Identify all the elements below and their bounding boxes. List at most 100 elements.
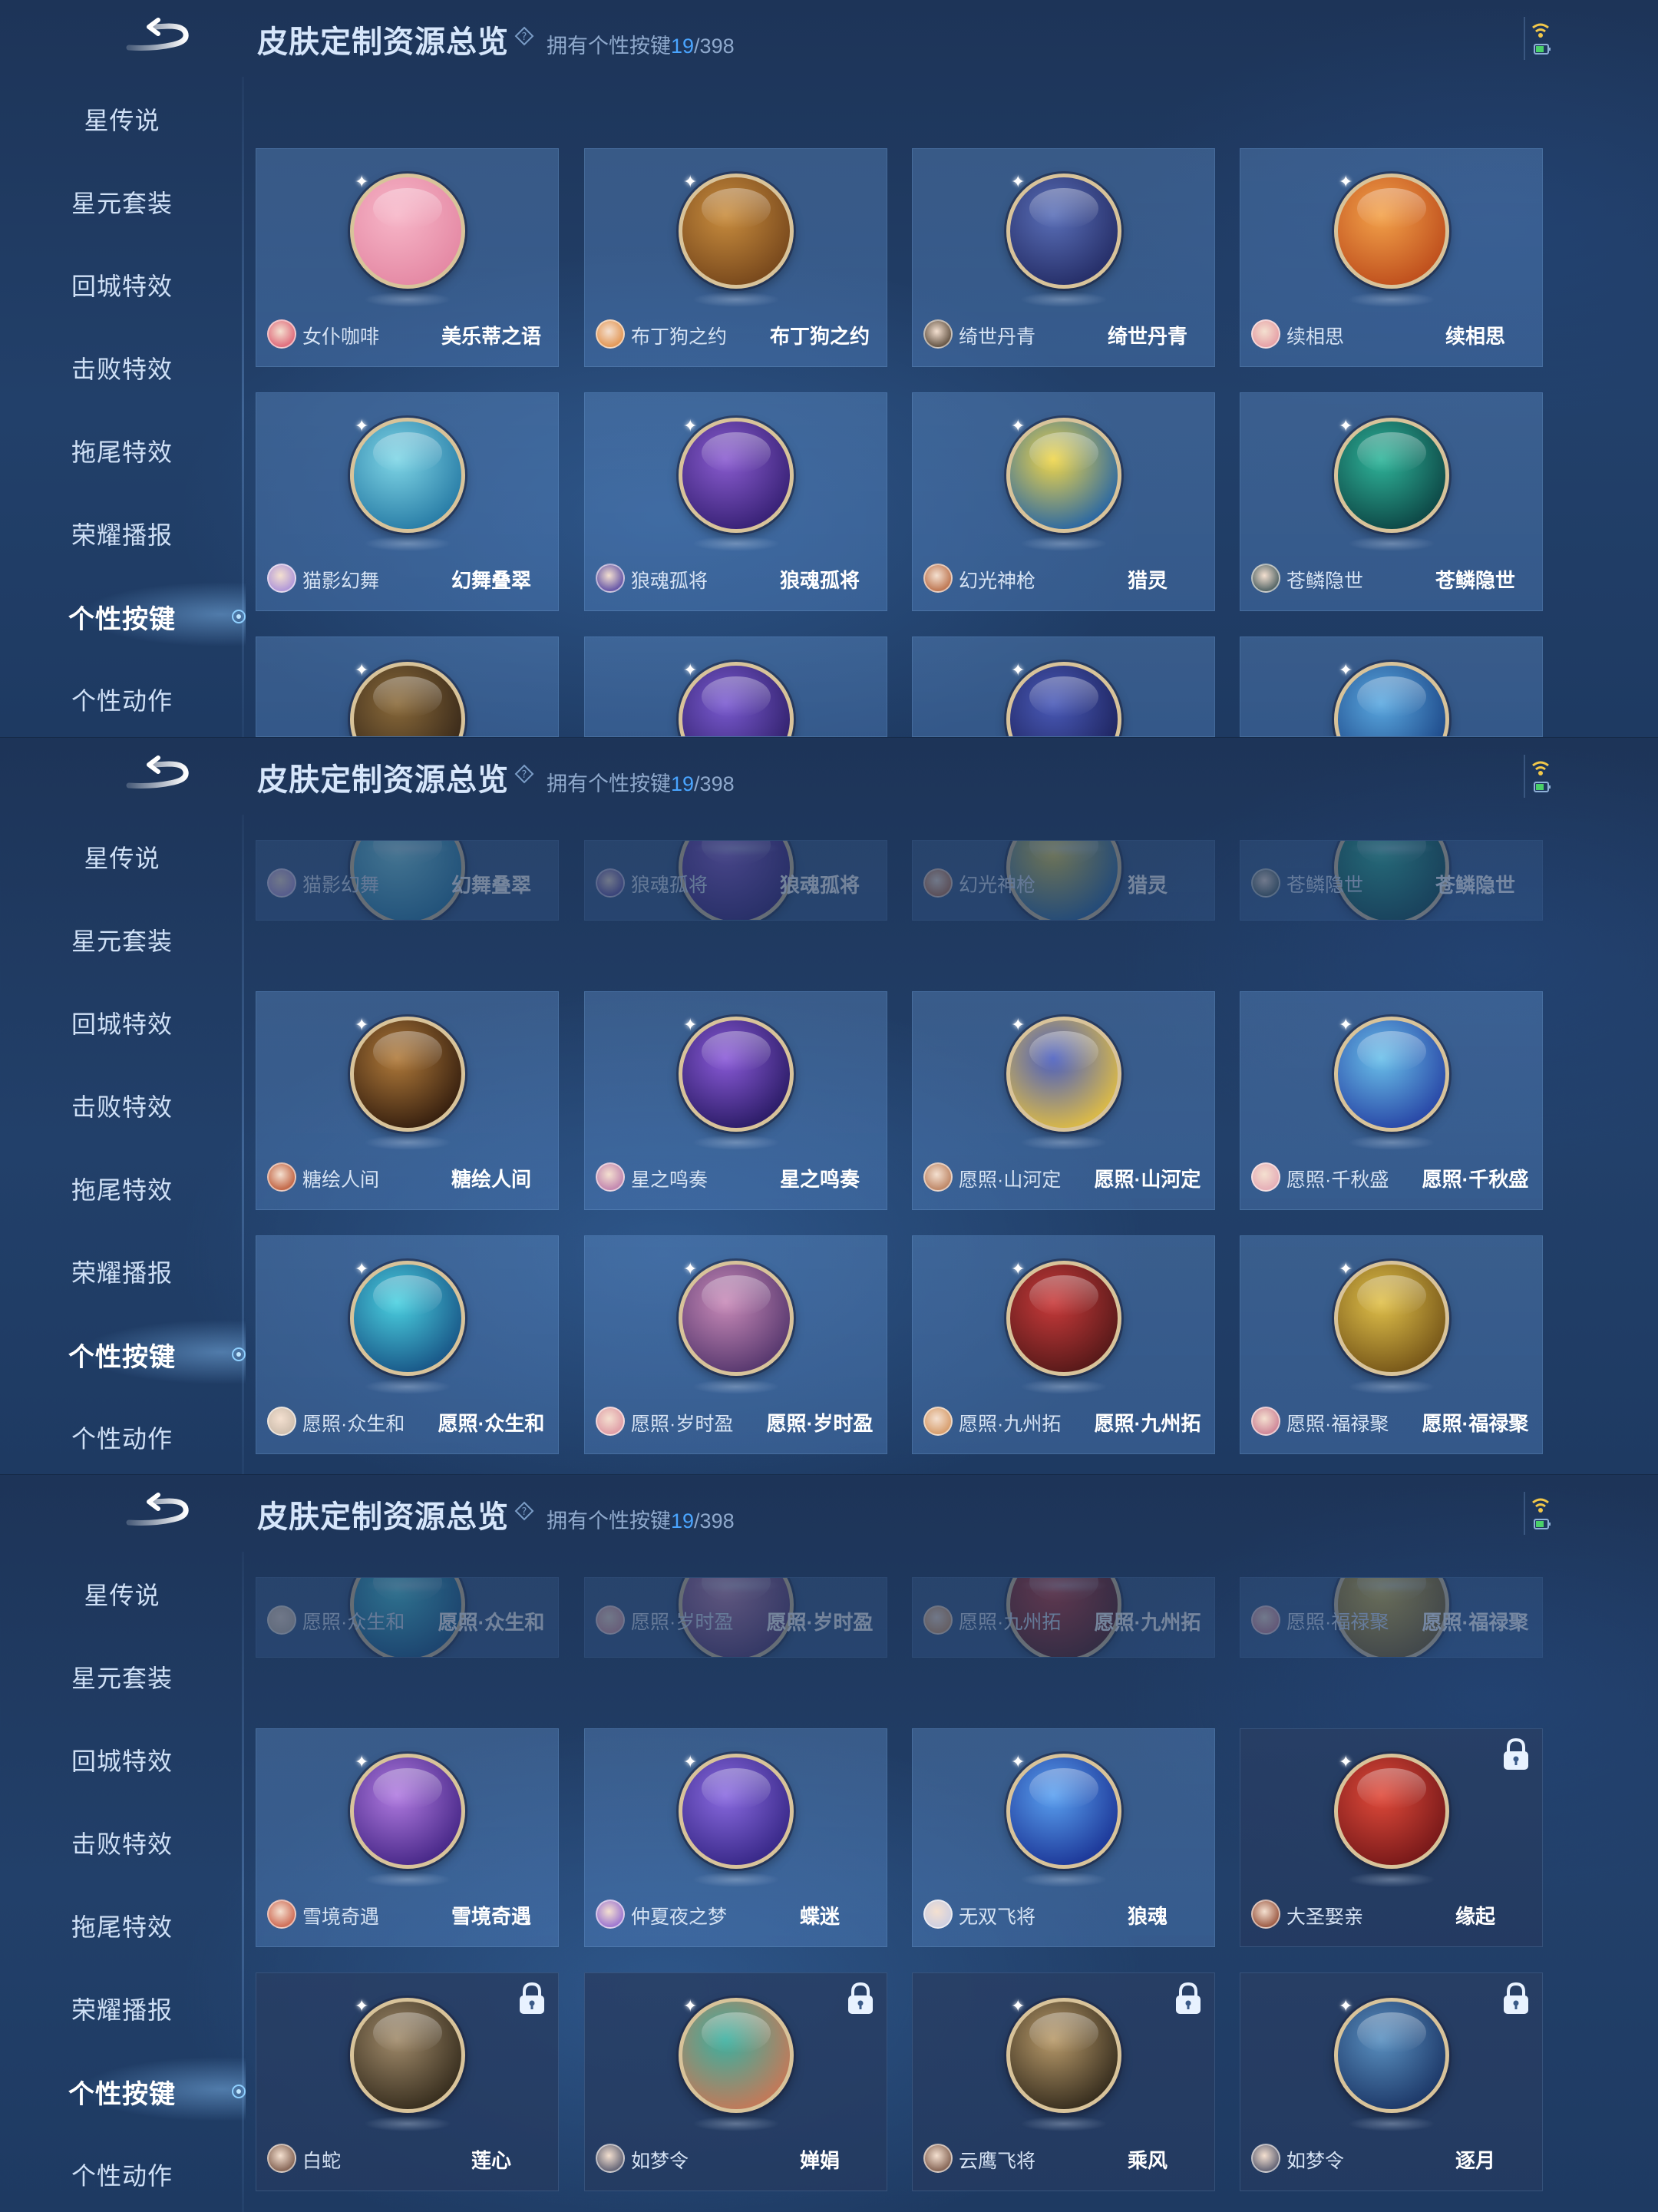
skin-card[interactable]: ✦ 续相思 续相思 [1240,148,1543,367]
skin-card[interactable]: ✦ 星之鸣奏 星之鸣奏 [584,991,887,1210]
sparkle-icon: ✦ [1339,1996,1353,2015]
skin-card[interactable]: ✦ 愿照·山河定 愿照·山河定 [912,991,1215,1210]
emblem-reflection [1020,841,1108,856]
skin-card[interactable]: ✦ [584,636,887,737]
emblem-reflection [692,841,780,856]
skin-card[interactable]: ✦ 女仆咖啡 美乐蒂之语 [256,148,559,367]
skin-card[interactable]: ✦愿照·九州拓愿照·九州拓 [912,1235,1215,1454]
skin-card[interactable]: ✦ 大圣娶亲 缘起 [1240,1728,1543,1947]
skin-card[interactable]: ✦幻光神枪猎灵 [912,840,1215,921]
hero-avatar [1251,319,1280,349]
skin-card[interactable]: ✦ 愿照·千秋盛 愿照·千秋盛 [1240,991,1543,1210]
hero-skin-name: 无双飞将 [959,1906,1036,1928]
sidebar-item-5[interactable]: 荣耀播报 [0,1978,244,2039]
sidebar-item-0[interactable]: 星传说 [0,826,244,888]
sidebar-item-2[interactable]: 回城特效 [0,992,244,1053]
back-button[interactable] [123,1489,193,1535]
emblem-reflection [692,1872,780,1887]
sidebar-item-label: 回城特效 [71,1747,173,1775]
sidebar-item-7[interactable]: 个性动作 [0,2144,244,2205]
sidebar-item-6[interactable]: 个性按键 [0,586,244,647]
skin-card[interactable]: ✦ 布丁狗之约 布丁狗之约 [584,148,887,367]
sidebar-item-5[interactable]: 荣耀播报 [0,1241,244,1302]
sidebar-item-4[interactable]: 拖尾特效 [0,420,244,481]
button-skin-name: 蝶迷 [799,1905,840,1928]
skin-card[interactable]: ✦苍鳞隐世苍鳞隐世 [1240,392,1543,611]
hero-skin-name: 愿照·众生和 [302,1413,405,1435]
skin-card[interactable]: ✦ 糖绘人间 糖绘人间 [256,991,559,1210]
sidebar-item-6[interactable]: 个性按键 [0,2061,244,2122]
skin-card[interactable]: ✦猫影幻舞幻舞叠翠 [256,840,559,921]
skin-card[interactable]: ✦愿照·九州拓愿照·九州拓 [912,1577,1215,1658]
back-button[interactable] [123,14,193,60]
hero-avatar [1251,1900,1280,1929]
skin-card[interactable]: ✦ 如梦令 婵娟 [584,1972,887,2191]
button-skin-name: 狼魂 [1127,1905,1168,1928]
back-button[interactable] [123,752,193,798]
sidebar-item-5[interactable]: 荣耀播报 [0,503,244,564]
help-diamond-icon[interactable]: ? [514,764,534,784]
sidebar-item-4[interactable]: 拖尾特效 [0,1158,244,1219]
sidebar-item-3[interactable]: 击败特效 [0,1812,244,1873]
sidebar-item-2[interactable]: 回城特效 [0,1729,244,1790]
emblem-reflection [1348,1578,1435,1593]
hero-skin-name: 苍鳞隐世 [1286,570,1364,592]
emblem-reflection [692,1379,780,1394]
sidebar-item-1[interactable]: 星元套装 [0,909,244,970]
button-skin-name: 愿照·福禄聚 [1422,1412,1529,1435]
sidebar-item-1[interactable]: 星元套装 [0,1646,244,1708]
button-skin-name: 愿照·千秋盛 [1422,1168,1529,1191]
skin-card[interactable]: ✦ 如梦令 逐月 [1240,1972,1543,2191]
hero-avatar [1251,868,1280,898]
sidebar-item-2[interactable]: 回城特效 [0,254,244,316]
sidebar-item-3[interactable]: 击败特效 [0,337,244,398]
skin-card[interactable]: ✦愿照·岁时盈愿照·岁时盈 [584,1235,887,1454]
skin-card[interactable]: ✦愿照·福禄聚愿照·福禄聚 [1240,1235,1543,1454]
skin-card[interactable]: ✦愿照·福禄聚愿照·福禄聚 [1240,1577,1543,1658]
sidebar-item-label: 回城特效 [71,1010,173,1038]
skin-card[interactable]: ✦狼魂孤将狼魂孤将 [584,392,887,611]
skin-card[interactable]: ✦ [912,636,1215,737]
hero-avatar [267,319,296,349]
sidebar-item-7[interactable]: 个性动作 [0,1407,244,1468]
sidebar-item-7[interactable]: 个性动作 [0,669,244,730]
help-diamond-icon[interactable]: ? [514,26,534,46]
skin-card[interactable]: ✦幻光神枪猎灵 [912,392,1215,611]
sidebar-item-label: 星传说 [84,1582,160,1609]
skin-card[interactable]: ✦ 无双飞将 狼魂 [912,1728,1215,1947]
sidebar-item-0[interactable]: 星传说 [0,1563,244,1625]
sidebar-item-label: 星元套装 [71,190,173,217]
sidebar-item-4[interactable]: 拖尾特效 [0,1895,244,1956]
skin-card[interactable]: ✦ 仲夏夜之梦 蝶迷 [584,1728,887,1947]
sparkle-icon: ✦ [1339,172,1353,191]
skin-card[interactable]: ✦苍鳞隐世苍鳞隐世 [1240,840,1543,921]
sidebar-item-label: 星元套装 [71,927,173,955]
skin-card[interactable]: ✦愿照·岁时盈愿照·岁时盈 [584,1577,887,1658]
back-arrow-icon [123,18,193,63]
button-skin-name: 续相思 [1445,325,1505,348]
skin-card[interactable]: ✦猫影幻舞幻舞叠翠 [256,392,559,611]
skin-card[interactable]: ✦ 绮世丹青 绮世丹青 [912,148,1215,367]
sidebar-item-0[interactable]: 星传说 [0,88,244,150]
button-skin-name: 雪境奇遇 [451,1905,531,1928]
hero-skin-name: 如梦令 [631,2151,689,2172]
sidebar-item-label: 荣耀播报 [71,1996,173,2024]
emblem-reflection [1348,1379,1435,1394]
button-skin-name: 逐月 [1455,2149,1495,2172]
sidebar-item-6[interactable]: 个性按键 [0,1324,244,1385]
hero-avatar [596,564,625,593]
sidebar-item-3[interactable]: 击败特效 [0,1075,244,1136]
skin-card[interactable]: ✦愿照·众生和愿照·众生和 [256,1235,559,1454]
skin-card[interactable]: ✦ [256,636,559,737]
skin-card[interactable]: ✦ 云鹰飞将 乘风 [912,1972,1215,2191]
skin-card[interactable]: ✦ 雪境奇遇 雪境奇遇 [256,1728,559,1947]
sidebar-item-label: 星传说 [84,845,160,872]
help-diamond-icon[interactable]: ? [514,1501,534,1521]
button-skin-name: 愿照·众生和 [438,1412,545,1435]
skin-card[interactable]: ✦ 白蛇 莲心 [256,1972,559,2191]
hero-avatar [923,1407,953,1436]
skin-card[interactable]: ✦ [1240,636,1543,737]
sidebar-item-1[interactable]: 星元套装 [0,171,244,233]
skin-card[interactable]: ✦愿照·众生和愿照·众生和 [256,1577,559,1658]
skin-card[interactable]: ✦狼魂孤将狼魂孤将 [584,840,887,921]
